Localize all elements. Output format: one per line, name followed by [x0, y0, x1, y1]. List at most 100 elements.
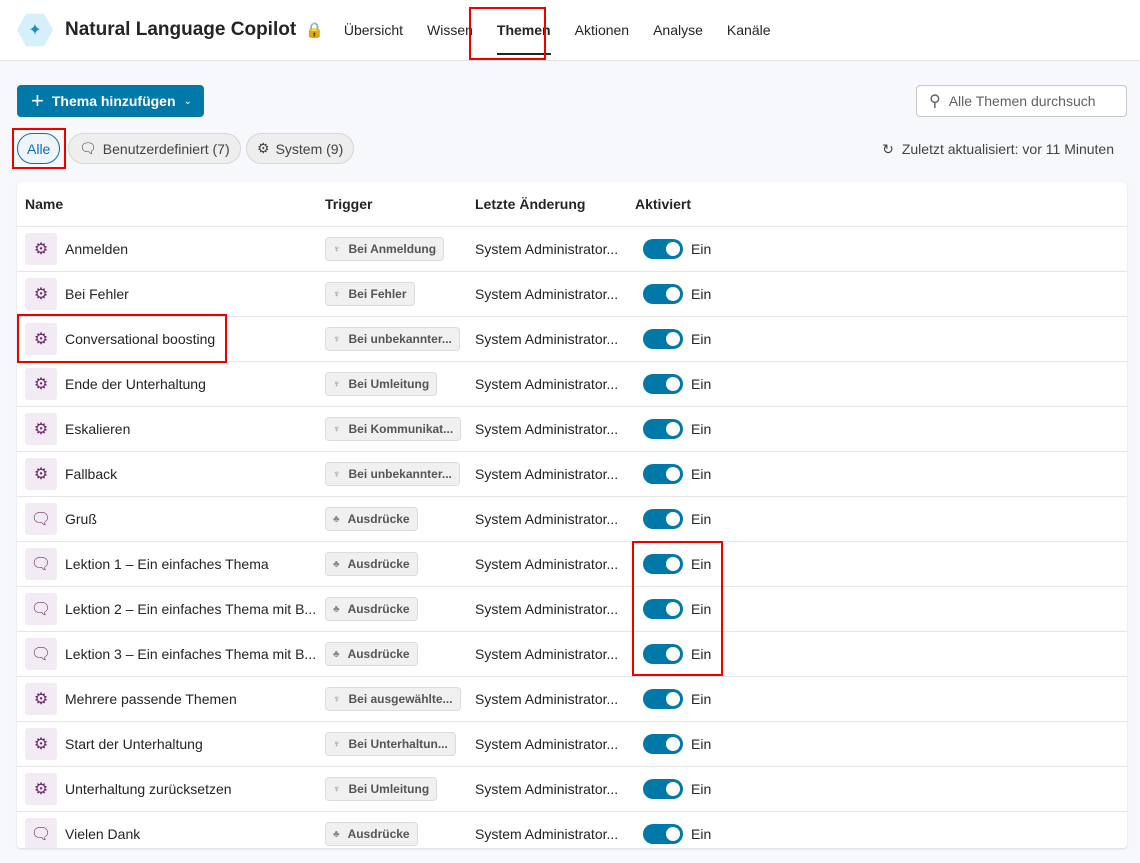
topic-name[interactable]: Lektion 2 – Ein einfaches Thema mit B...	[65, 601, 316, 617]
custom-topic-icon: 🗨	[25, 593, 57, 625]
table-row[interactable]: ⚙ Conversational boosting ♆ Bei unbekannte…	[17, 317, 1127, 362]
table-row[interactable]: ⚙ Anmelden ♆ Bei Anmeldung System Administ…	[17, 227, 1127, 272]
custom-topic-icon: 🗨	[25, 548, 57, 580]
topic-name[interactable]: Unterhaltung zurücksetzen	[65, 781, 232, 797]
tab-wissen[interactable]: Wissen	[415, 0, 485, 61]
name-cell: ⚙ Bei Fehler	[17, 278, 325, 310]
copilot-logo-icon: ✦	[17, 13, 53, 47]
tab-uebersicht[interactable]: Übersicht	[332, 0, 415, 61]
enabled-status: Ein	[691, 736, 712, 752]
topic-name[interactable]: Lektion 3 – Ein einfaches Thema mit B...	[65, 646, 316, 662]
enabled-toggle[interactable]	[643, 239, 683, 259]
enabled-toggle[interactable]	[643, 599, 683, 619]
app-title: Natural Language Copilot	[65, 19, 297, 40]
last-updated-text: Zuletzt aktualisiert: vor 11 Minuten	[901, 141, 1114, 157]
refresh-icon[interactable]: ↻	[882, 141, 894, 158]
enabled-toggle[interactable]	[643, 689, 683, 709]
enabled-toggle[interactable]	[643, 554, 683, 574]
top-bar: ✦ Natural Language Copilot 🔒 Übersicht W…	[0, 0, 1140, 61]
trigger-cell: ♆ Bei Kommunikat...	[325, 417, 475, 441]
trigger-label: Ausdrücke	[347, 602, 410, 616]
enabled-toggle[interactable]	[643, 284, 683, 304]
enabled-toggle[interactable]	[643, 419, 683, 439]
modified-by: System Administrator...	[475, 511, 619, 527]
table-row[interactable]: 🗨 Lektion 1 – Ein einfaches Thema ♣ Ausdrü…	[17, 542, 1127, 587]
topic-name[interactable]: Eskalieren	[65, 421, 130, 437]
chevron-down-icon: ⌄	[183, 95, 192, 107]
enabled-toggle[interactable]	[643, 329, 683, 349]
table-row[interactable]: ⚙ Bei Fehler ♆ Bei Fehler System Administr…	[17, 272, 1127, 317]
table-row[interactable]: ⚙ Mehrere passende Themen ♆ Bei ausgewählt…	[17, 677, 1127, 722]
enabled-toggle[interactable]	[643, 509, 683, 529]
col-trigger[interactable]: Trigger	[325, 196, 475, 212]
search-input[interactable]: ⚲ Alle Themen durchsuch	[916, 85, 1127, 117]
trigger-tag: ♆ Bei Anmeldung	[325, 237, 445, 261]
table-row[interactable]: ⚙ Start der Unterhaltung ♆ Bei Unterhaltun…	[17, 722, 1127, 767]
topic-name[interactable]: Fallback	[65, 466, 117, 482]
table-row[interactable]: ⚙ Ende der Unterhaltung ♆ Bei Umleitung Sy…	[17, 362, 1127, 407]
system-topic-icon: ⚙	[25, 458, 57, 490]
enabled-cell: Ein	[635, 239, 711, 259]
enabled-status: Ein	[691, 646, 712, 662]
topic-name[interactable]: Lektion 1 – Ein einfaches Thema	[65, 556, 269, 572]
topic-name[interactable]: Bei Fehler	[65, 286, 129, 302]
table-row[interactable]: 🗨 Lektion 3 – Ein einfaches Thema mit B..…	[17, 632, 1127, 677]
trigger-label: Ausdrücke	[347, 827, 410, 841]
add-topic-button[interactable]: + Thema hinzufügen ⌄	[17, 85, 204, 117]
filter-system[interactable]: ⚙ System (9)	[246, 133, 355, 164]
enabled-status: Ein	[691, 556, 712, 572]
topic-name[interactable]: Conversational boosting	[65, 331, 215, 347]
enabled-cell: Ein	[635, 509, 711, 529]
modified-by: System Administrator...	[475, 466, 619, 482]
enabled-toggle[interactable]	[643, 644, 683, 664]
enabled-cell: Ein	[635, 824, 711, 844]
name-cell: 🗨 Gruß	[17, 503, 325, 535]
phrases-icon: ♣	[333, 513, 340, 525]
trigger-label: Ausdrücke	[347, 647, 410, 661]
system-topic-icon: ⚙	[25, 413, 57, 445]
table-row[interactable]: ⚙ Fallback ♆ Bei unbekannter... System Adm…	[17, 452, 1127, 497]
trigger-label: Bei ausgewählte...	[348, 692, 453, 706]
enabled-toggle[interactable]	[643, 779, 683, 799]
table-row[interactable]: 🗨 Lektion 2 – Ein einfaches Thema mit B..…	[17, 587, 1127, 632]
trigger-icon: ♆	[333, 288, 341, 300]
table-row[interactable]: ⚙ Eskalieren ♆ Bei Kommunikat... System Ad…	[17, 407, 1127, 452]
trigger-label: Bei Fehler	[348, 287, 407, 301]
lock-key-icon[interactable]: 🔒	[305, 21, 324, 39]
enabled-cell: Ein	[635, 374, 711, 394]
filter-all[interactable]: Alle	[17, 133, 61, 164]
gear-icon: ⚙	[257, 140, 270, 156]
topic-name[interactable]: Start der Unterhaltung	[65, 736, 203, 752]
search-icon: ⚲	[929, 93, 941, 110]
enabled-toggle[interactable]	[643, 464, 683, 484]
system-topic-icon: ⚙	[25, 323, 57, 355]
tab-analyse[interactable]: Analyse	[641, 0, 715, 61]
col-modified[interactable]: Letzte Änderung	[475, 196, 635, 212]
topic-name[interactable]: Vielen Dank	[65, 826, 140, 842]
trigger-label: Bei unbekannter...	[348, 467, 452, 481]
tab-kanaele[interactable]: Kanäle	[715, 0, 783, 61]
trigger-tag: ♆ Bei Fehler	[325, 282, 415, 306]
enabled-toggle[interactable]	[643, 734, 683, 754]
system-topic-icon: ⚙	[25, 368, 57, 400]
col-name[interactable]: Name	[17, 196, 325, 212]
enabled-toggle[interactable]	[643, 824, 683, 844]
modified-by: System Administrator...	[475, 286, 619, 302]
enabled-toggle[interactable]	[643, 374, 683, 394]
trigger-label: Ausdrücke	[347, 512, 410, 526]
phrases-icon: ♣	[333, 648, 340, 660]
table-row[interactable]: 🗨 Gruß ♣ Ausdrücke System Administrator...…	[17, 497, 1127, 542]
table-row[interactable]: ⚙ Unterhaltung zurücksetzen ♆ Bei Umleitun…	[17, 767, 1127, 812]
filter-custom[interactable]: 🗨 Benutzerdefiniert (7)	[68, 133, 241, 164]
topic-name[interactable]: Ende der Unterhaltung	[65, 376, 206, 392]
enabled-status: Ein	[691, 331, 712, 347]
topic-name[interactable]: Anmelden	[65, 241, 128, 257]
table-row[interactable]: 🗨 Vielen Dank ♣ Ausdrücke System Administr…	[17, 812, 1127, 848]
topic-name[interactable]: Gruß	[65, 511, 97, 527]
tab-aktionen[interactable]: Aktionen	[563, 0, 641, 61]
tab-themen[interactable]: Themen	[485, 0, 563, 61]
topic-name[interactable]: Mehrere passende Themen	[65, 691, 237, 707]
col-enabled[interactable]: Aktiviert	[635, 196, 691, 212]
trigger-tag: ♣ Ausdrücke	[325, 552, 418, 576]
enabled-cell: Ein	[635, 644, 711, 664]
